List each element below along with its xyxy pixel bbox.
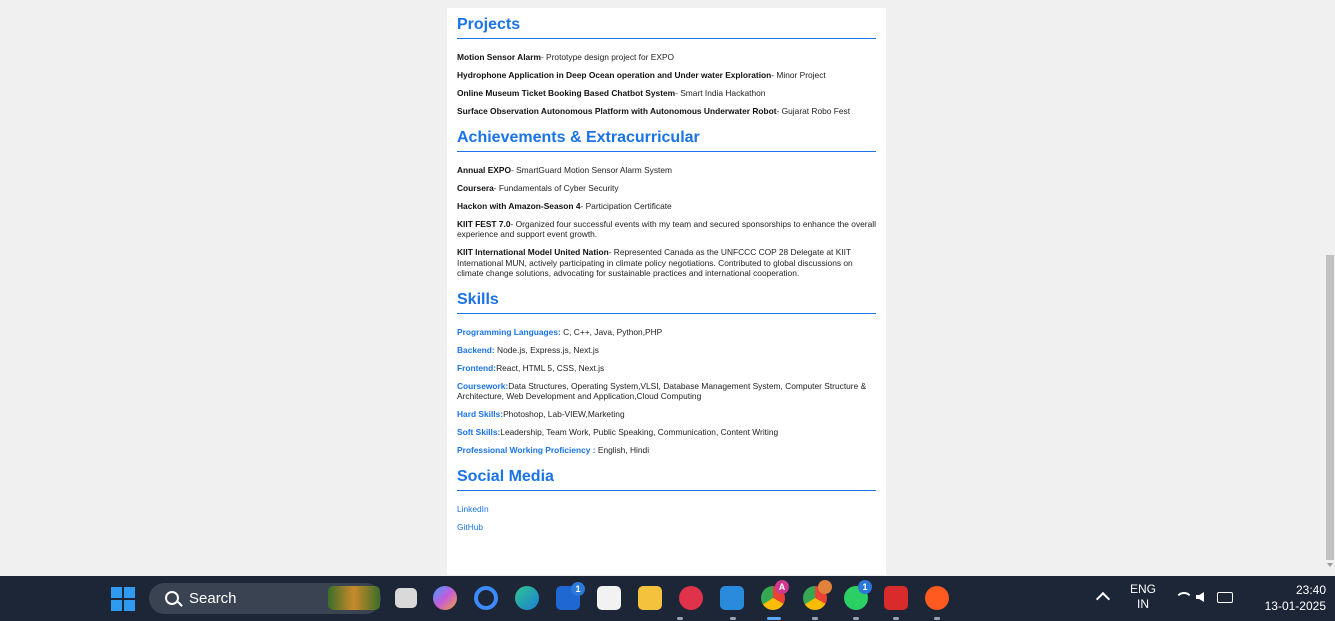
projects-list: Motion Sensor Alarm- Prototype design pr… [457, 52, 876, 117]
store-icon[interactable] [597, 586, 621, 610]
list-item: Coursera- Fundamentals of Cyber Security [457, 182, 619, 193]
chevron-up-icon[interactable] [1095, 591, 1111, 607]
profile-badge [818, 580, 832, 594]
wifi-icon[interactable] [1175, 592, 1193, 604]
list-item: Frontend:React, HTML 5, CSS, Next.js [457, 362, 605, 373]
list-item: Surface Observation Autonomous Platform … [457, 106, 851, 116]
achievements-heading: Achievements & Extracurricular [457, 129, 876, 152]
running-indicator [934, 617, 940, 620]
list-item: Soft Skills:Leadership, Team Work, Publi… [457, 427, 779, 437]
achievements-list: Annual EXPO- SmartGuard Motion Sensor Al… [457, 165, 876, 279]
search-icon [165, 591, 179, 605]
copilot-icon[interactable] [433, 586, 457, 610]
skills-heading: Skills [457, 291, 876, 314]
battery-icon[interactable] [1217, 592, 1233, 603]
wps-office-icon[interactable] [679, 586, 703, 610]
task-view-icon[interactable] [395, 588, 417, 608]
language-indicator[interactable]: ENG IN [1130, 582, 1156, 612]
list-item: Programming Languages: C, C++, Java, Pyt… [457, 326, 663, 337]
circle-app-icon[interactable] [474, 586, 498, 610]
list-item: Backend: Node.js, Express.js, Next.js [457, 344, 599, 355]
volume-icon[interactable] [1196, 592, 1204, 602]
clock[interactable]: 23:40 13-01-2025 [1256, 582, 1326, 614]
social-links: LinkedIn GitHub [457, 504, 876, 533]
windows-start-icon[interactable] [111, 587, 135, 611]
social-media-heading: Social Media [457, 468, 876, 491]
running-indicator [730, 617, 736, 620]
list-item: Motion Sensor Alarm- Prototype design pr… [457, 52, 675, 62]
file-explorer-icon[interactable] [638, 586, 662, 610]
taskbar: Search 1 A 1 ENG IN 23:40 13-01-2025 [0, 576, 1335, 621]
acrobat-icon[interactable] [884, 586, 908, 610]
notification-badge: 1 [858, 580, 872, 594]
widgets-icon[interactable] [328, 586, 380, 610]
vscode-icon[interactable] [720, 586, 744, 610]
projects-heading: Projects [457, 16, 876, 39]
list-item: KIIT International Model United Nation- … [457, 247, 853, 278]
list-item: Annual EXPO- SmartGuard Motion Sensor Al… [457, 164, 673, 175]
scrollbar-thumb[interactable] [1326, 255, 1334, 560]
scroll-down-arrow-icon[interactable] [1327, 563, 1333, 567]
running-indicator [812, 617, 818, 620]
linkedin-link[interactable]: LinkedIn [457, 504, 876, 515]
list-item: Hackon with Amazon-Season 4- Participati… [457, 200, 672, 211]
resume-page: Projects Motion Sensor Alarm- Prototype … [447, 8, 886, 575]
edge-browser-icon[interactable] [515, 586, 539, 610]
running-indicator [893, 617, 899, 620]
list-item: Hydrophone Application in Deep Ocean ope… [457, 70, 826, 80]
soundcloud-icon[interactable] [925, 586, 949, 610]
vertical-scrollbar[interactable] [1325, 0, 1335, 575]
active-indicator [767, 617, 781, 620]
list-item: Online Museum Ticket Booking Based Chatb… [457, 88, 766, 98]
skills-list: Programming Languages: C, C++, Java, Pyt… [457, 327, 876, 456]
list-item: Coursework:Data Structures, Operating Sy… [457, 380, 867, 402]
list-item: Professional Working Proficiency : Engli… [457, 445, 650, 455]
notification-badge: 1 [571, 582, 585, 596]
list-item: KIIT FEST 7.0- Organized four successful… [457, 218, 876, 240]
running-indicator [677, 617, 683, 620]
github-link[interactable]: GitHub [457, 522, 876, 533]
profile-badge: A [775, 580, 789, 594]
running-indicator [853, 617, 859, 620]
list-item: Hard Skills:Photoshop, Lab-VIEW,Marketin… [457, 409, 625, 419]
